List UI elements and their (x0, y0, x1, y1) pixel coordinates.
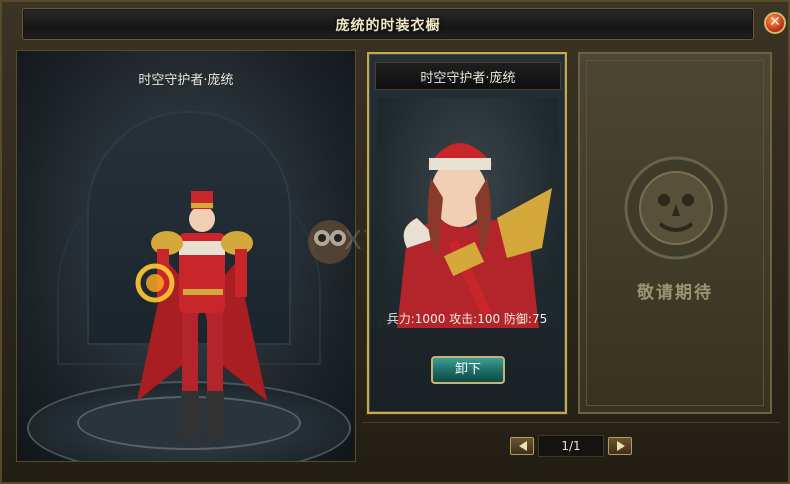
costume-card[interactable]: 时空守护者·庞统 兵力:1000 攻击:100 防御:75 卸下 (367, 52, 567, 414)
pagination-bar: 1/1 (362, 422, 780, 471)
costume-stats: 兵力:1000 攻击:100 防御:75 (386, 312, 548, 326)
window-title: 庞统的时装衣橱 (335, 18, 441, 34)
unequip-button[interactable]: 卸下 (431, 356, 505, 384)
title-bar: 庞统的时装衣橱 (22, 8, 754, 40)
previous-page-button[interactable] (510, 437, 534, 455)
character-model[interactable] (127, 161, 277, 441)
lion-emblem-icon (624, 156, 728, 260)
costume-name-bar: 时空守护者·庞统 (375, 62, 561, 90)
next-page-button[interactable] (608, 437, 632, 455)
preview-character-name: 时空守护者·庞统 (138, 73, 234, 88)
costume-name: 时空守护者·庞统 (420, 71, 516, 86)
locked-costume-slot: 敬请期待 (578, 52, 772, 414)
coming-soon-label: 敬请期待 (637, 283, 713, 303)
right-arrow-icon (617, 441, 625, 451)
wardrobe-window: 庞统的时装衣橱 ✕ 时空守护者·庞统 XY 时空守护者·庞统 兵力:1000 攻… (0, 0, 790, 484)
left-arrow-icon (519, 441, 527, 451)
close-button[interactable]: ✕ (764, 12, 786, 34)
costume-portrait (377, 98, 559, 328)
page-indicator: 1/1 (538, 435, 604, 457)
